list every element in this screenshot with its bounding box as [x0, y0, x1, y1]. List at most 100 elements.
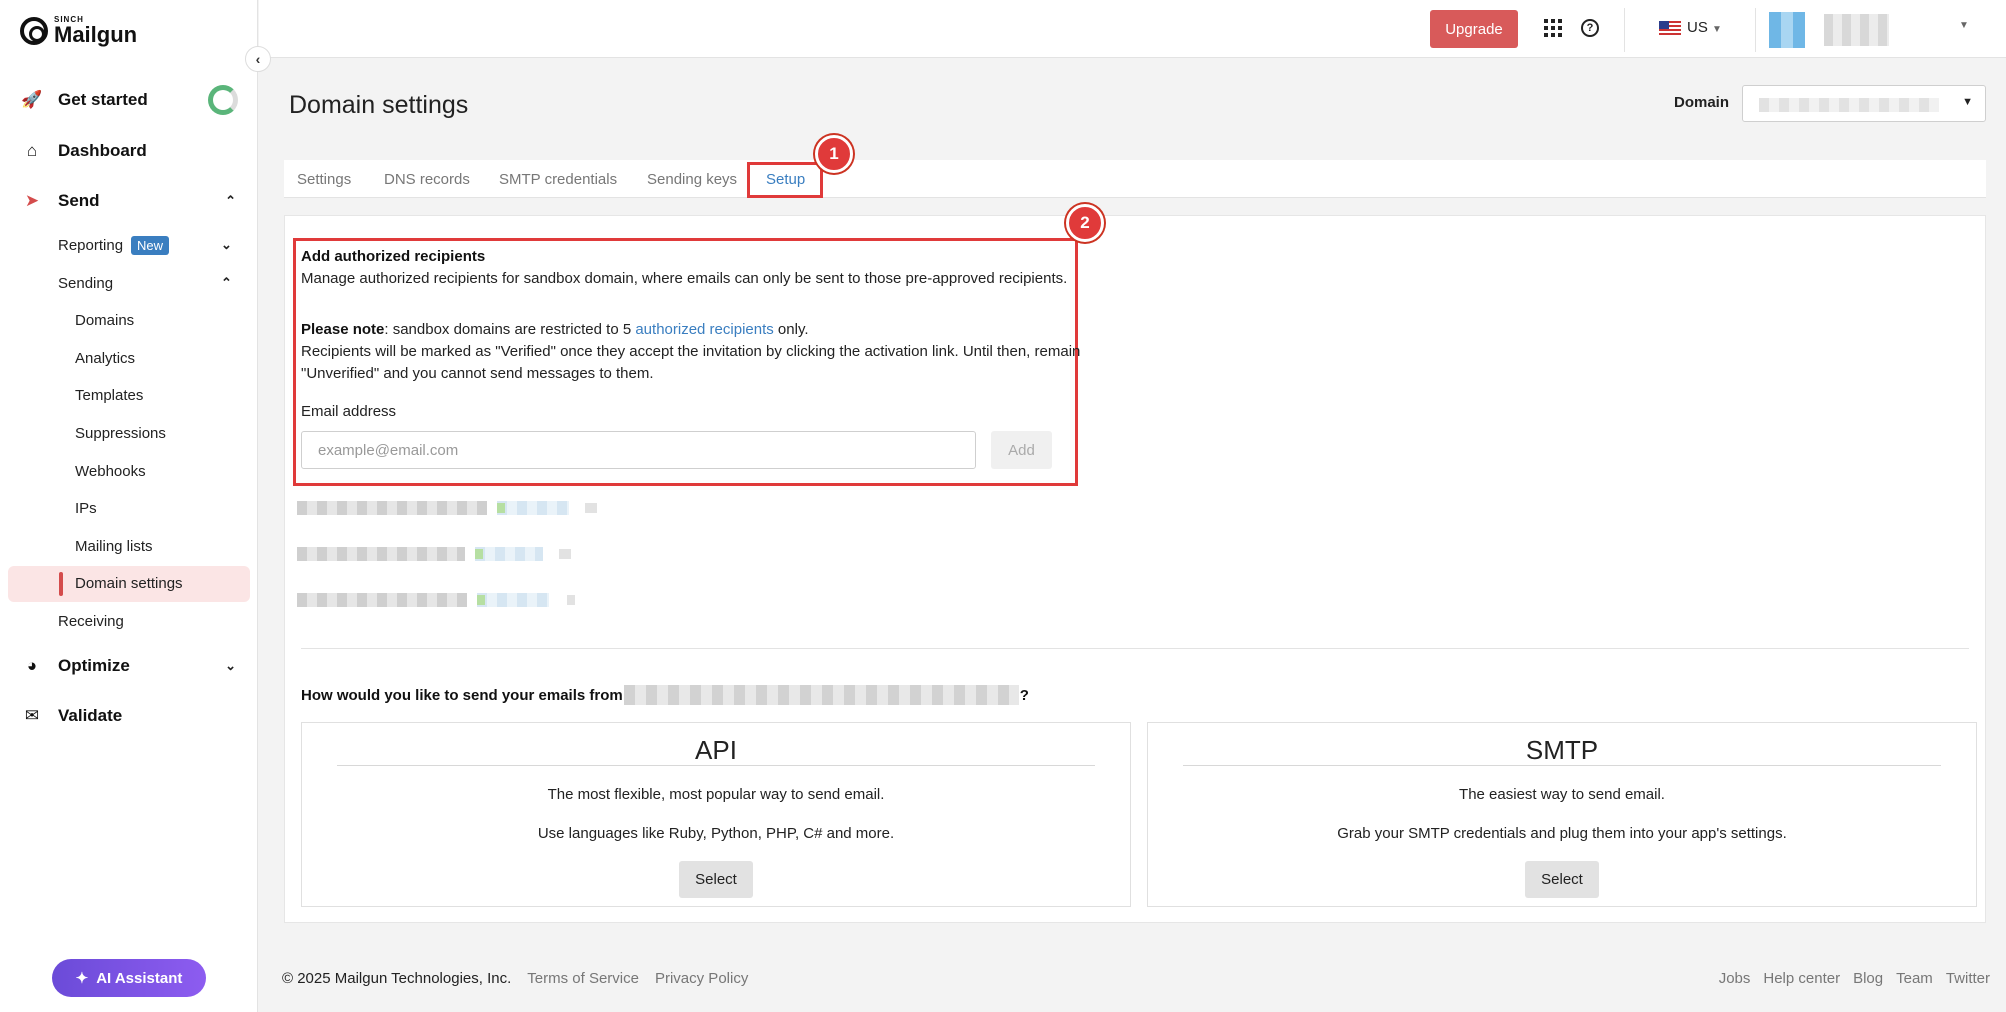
nav-dashboard[interactable]: ⌂ Dashboard — [0, 131, 258, 171]
progress-ring-icon — [208, 85, 238, 115]
avatar[interactable] — [1769, 12, 1805, 48]
tab-bar: Settings DNS records SMTP credentials Se… — [284, 160, 1986, 198]
home-icon: ⌂ — [26, 141, 38, 160]
note-bold: Please note — [301, 321, 385, 338]
divider — [1183, 765, 1941, 766]
rocket-icon: 🚀 — [21, 90, 43, 109]
annotation-marker-1: 1 — [815, 135, 853, 173]
recipients-title: Add authorized recipients — [301, 248, 486, 265]
validate-icon: ✉ — [24, 706, 40, 725]
nav-optimize[interactable]: ◕ Optimize ⌄ — [0, 646, 258, 686]
annotation-box-1 — [747, 162, 823, 198]
smtp-description: The easiest way to send email. — [1459, 786, 1665, 803]
recipients-description: Manage authorized recipients for sandbox… — [301, 270, 1068, 287]
nav-sending-label: Sending — [58, 274, 114, 292]
user-name-blurred[interactable] — [1824, 14, 1889, 46]
question-end: ? — [1019, 686, 1029, 704]
region-label: US — [1687, 19, 1708, 36]
note-end: only. — [773, 321, 809, 338]
verify-line-2: "Unverified" and you cannot send message… — [301, 365, 654, 382]
page-title: Domain settings — [289, 91, 469, 119]
ai-assistant-button[interactable]: ✦ AI Assistant — [52, 959, 206, 997]
api-option-card: API The most flexible, most popular way … — [301, 722, 1131, 907]
domain-name-blurred — [623, 685, 1019, 705]
smtp-instructions: Grab your SMTP credentials and plug them… — [1337, 825, 1787, 842]
add-recipient-button[interactable]: Add — [991, 431, 1052, 469]
topbar: Upgrade ? US ▼ ▼ — [259, 0, 2006, 58]
new-badge: New — [131, 235, 170, 255]
region-selector[interactable]: US ▼ — [1687, 19, 1722, 36]
nav-get-started[interactable]: 🚀 Get started — [0, 80, 258, 120]
question-start: How would you like to send your emails f… — [301, 686, 623, 704]
caret-down-icon[interactable]: ▼ — [1959, 20, 1969, 31]
footer-link-help-center[interactable]: Help center — [1763, 970, 1840, 987]
help-icon[interactable]: ? — [1581, 19, 1599, 37]
domain-value-blurred — [1759, 98, 1939, 112]
nav-get-started-label: Get started — [58, 90, 148, 109]
footer-link-twitter[interactable]: Twitter — [1946, 970, 1990, 987]
nav-reporting[interactable]: Reporting New ⌄ — [58, 230, 232, 260]
nav-domains[interactable]: Domains — [75, 305, 134, 335]
smtp-title: SMTP — [1525, 735, 1599, 765]
divider — [1755, 8, 1756, 52]
chevron-up-icon: ⌃ — [225, 193, 236, 208]
nav-templates[interactable]: Templates — [75, 380, 143, 410]
gauge-icon: ◕ — [26, 656, 38, 675]
send-method-question: How would you like to send your emails f… — [301, 685, 1029, 705]
nav-send-label: Send — [58, 191, 100, 210]
domain-label: Domain — [1674, 94, 1730, 111]
us-flag-icon[interactable] — [1659, 21, 1681, 36]
sandbox-note: Please note: sandbox domains are restric… — [301, 319, 809, 341]
sidebar: SINCH Mailgun 🚀 Get started ⌂ Dashboard … — [0, 0, 258, 1012]
mailgun-logo[interactable]: SINCH Mailgun — [20, 16, 137, 46]
annotation-marker-2: 2 — [1066, 204, 1104, 242]
caret-down-icon: ▼ — [1962, 96, 1973, 108]
upgrade-button[interactable]: Upgrade — [1430, 10, 1518, 48]
divider — [337, 765, 1095, 766]
footer-link-team[interactable]: Team — [1896, 970, 1933, 987]
logo-mailgun-text: Mailgun — [54, 22, 138, 47]
nav-mailing-lists[interactable]: Mailing lists — [75, 531, 153, 561]
nav-validate-label: Validate — [58, 706, 123, 725]
footer-links: Jobs Help center Blog Team Twitter — [1719, 970, 1990, 987]
caret-down-icon: ▼ — [1712, 24, 1722, 35]
email-address-input[interactable] — [301, 431, 976, 469]
tab-dns-records[interactable]: DNS records — [384, 160, 470, 198]
api-description: The most flexible, most popular way to s… — [547, 786, 885, 803]
nav-analytics[interactable]: Analytics — [75, 343, 135, 373]
email-address-label: Email address — [301, 403, 397, 420]
nav-validate[interactable]: ✉ Validate — [0, 696, 258, 736]
nav-optimize-label: Optimize — [58, 656, 130, 675]
nav-reporting-label: Reporting — [58, 236, 124, 254]
terms-link[interactable]: Terms of Service — [527, 970, 639, 987]
api-title: API — [695, 735, 737, 765]
apps-grid-icon[interactable] — [1544, 19, 1562, 37]
footer-link-blog[interactable]: Blog — [1853, 970, 1883, 987]
divider — [1624, 8, 1625, 52]
nav-sending[interactable]: Sending ⌃ — [58, 268, 232, 298]
collapse-sidebar-button[interactable]: ‹ — [245, 46, 271, 72]
footer-link-jobs[interactable]: Jobs — [1719, 970, 1751, 987]
verify-line-1: Recipients will be marked as "Verified" … — [301, 343, 1081, 360]
chevron-up-icon: ⌃ — [221, 275, 232, 290]
chevron-down-icon: ⌄ — [225, 658, 236, 673]
api-languages: Use languages like Ruby, Python, PHP, C#… — [537, 825, 895, 842]
sparkle-icon: ✦ — [75, 970, 89, 987]
select-api-button[interactable]: Select — [679, 861, 753, 898]
nav-domain-settings[interactable]: Domain settings — [75, 568, 183, 598]
smtp-option-card: SMTP The easiest way to send email. Grab… — [1147, 722, 1977, 907]
nav-webhooks[interactable]: Webhooks — [75, 456, 146, 486]
nav-suppressions[interactable]: Suppressions — [75, 418, 166, 448]
tab-sending-keys[interactable]: Sending keys — [647, 160, 737, 198]
select-smtp-button[interactable]: Select — [1525, 861, 1599, 898]
tab-settings[interactable]: Settings — [297, 160, 351, 198]
authorized-recipients-link[interactable]: authorized recipients — [635, 321, 773, 338]
nav-ips[interactable]: IPs — [75, 493, 97, 523]
nav-send[interactable]: ➤ Send ⌃ — [0, 181, 258, 221]
copyright: © 2025 Mailgun Technologies, Inc. — [282, 970, 512, 987]
tab-smtp-credentials[interactable]: SMTP credentials — [499, 160, 617, 198]
privacy-link[interactable]: Privacy Policy — [655, 970, 748, 987]
domain-select[interactable]: ▼ — [1742, 85, 1986, 122]
chevron-left-icon: ‹ — [255, 51, 261, 67]
nav-receiving[interactable]: Receiving — [58, 606, 124, 636]
